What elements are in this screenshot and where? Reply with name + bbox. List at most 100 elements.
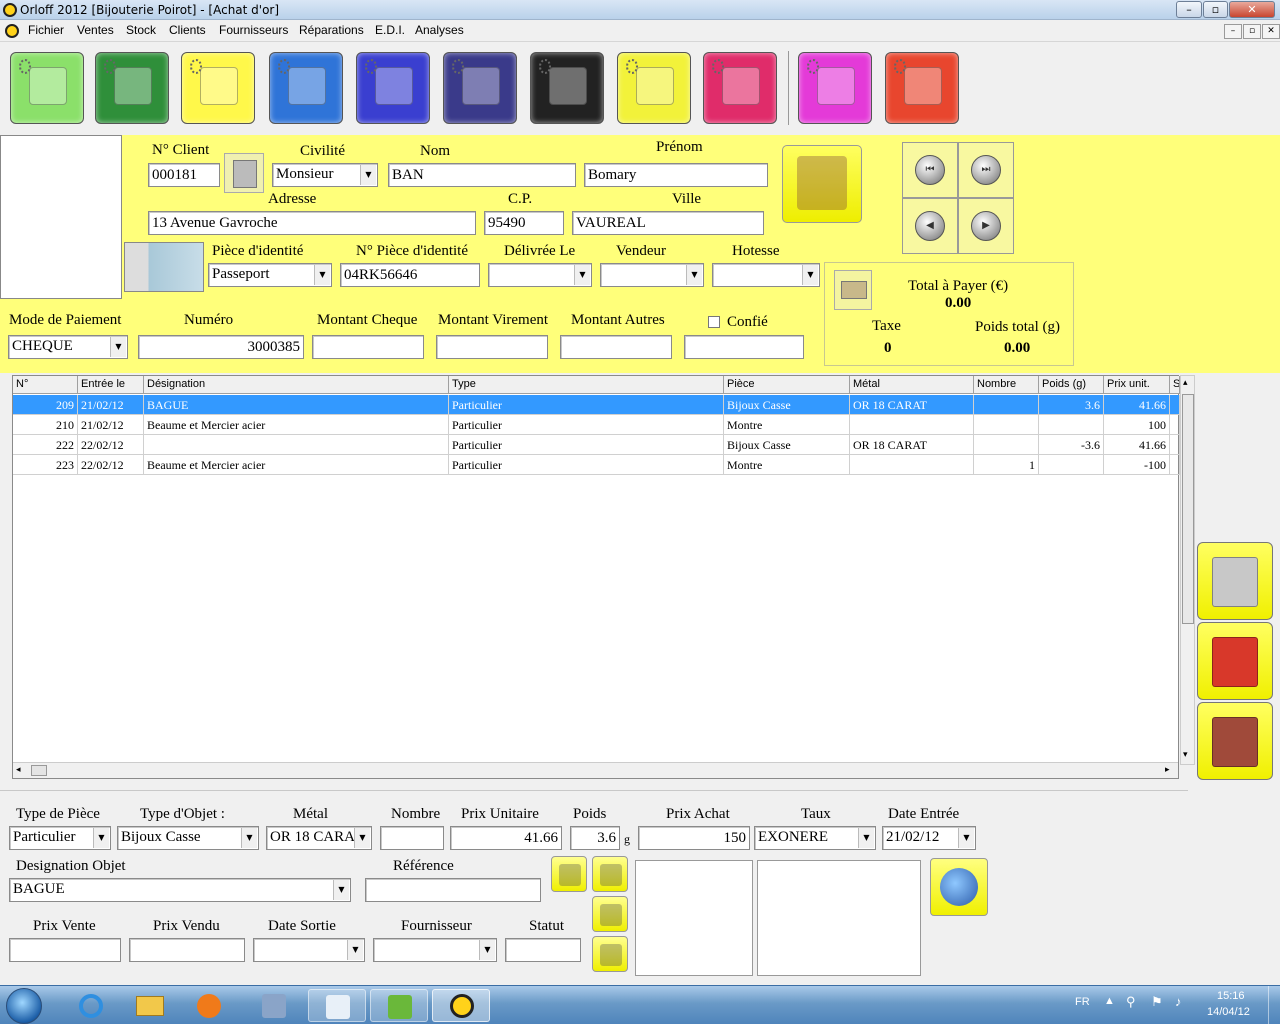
npiece-field[interactable] <box>340 263 480 287</box>
column-header[interactable]: Poids (g) <box>1039 376 1104 394</box>
column-header[interactable]: Nombre <box>974 376 1039 394</box>
menu-reparations[interactable]: Réparations <box>299 23 364 37</box>
prix-achat-field[interactable] <box>638 826 750 850</box>
table-cell[interactable]: Particulier <box>449 415 724 435</box>
menu-ventes[interactable]: Ventes <box>77 23 114 37</box>
exit-button[interactable] <box>1197 622 1273 700</box>
table-cell[interactable]: OR 18 CARAT <box>850 435 974 455</box>
table-cell[interactable]: 222 <box>13 435 78 455</box>
prix-unitaire-field[interactable] <box>450 826 562 850</box>
type-objet-select[interactable]: Bijoux Casse ▼ <box>117 826 259 850</box>
menu-fichier[interactable]: Fichier <box>28 23 64 37</box>
table-cell[interactable]: Montre <box>724 415 850 435</box>
table-cell[interactable] <box>974 435 1039 455</box>
clock-date[interactable]: 14/04/12 <box>1207 1006 1250 1018</box>
table-cell[interactable]: 3.6 <box>1039 395 1104 415</box>
start-button[interactable] <box>6 988 42 1024</box>
gold-globe-button[interactable] <box>930 858 988 916</box>
column-header[interactable]: Désignation <box>144 376 449 394</box>
close-button[interactable]: ✕ <box>1229 1 1275 18</box>
toolbar-button-achat-or[interactable] <box>181 52 255 124</box>
table-cell[interactable]: 21/02/12 <box>78 395 144 415</box>
id-card-icon[interactable] <box>124 242 204 292</box>
table-cell[interactable]: Particulier <box>449 455 724 475</box>
table-cell[interactable]: -100 <box>1104 455 1170 475</box>
table-cell[interactable] <box>1170 415 1180 435</box>
taskbar-orloff-button[interactable] <box>432 989 490 1022</box>
prix-vente-field[interactable] <box>9 938 121 962</box>
menu-fournisseurs[interactable]: Fournisseurs <box>219 23 288 37</box>
delivree-select[interactable]: ▼ <box>488 263 592 287</box>
toolbar-button-diamant[interactable] <box>269 52 343 124</box>
calculator-button[interactable] <box>1197 702 1273 780</box>
table-cell[interactable] <box>1039 415 1104 435</box>
fournisseur-select[interactable]: ▼ <box>373 938 497 962</box>
table-cell[interactable]: Particulier <box>449 435 724 455</box>
mdi-close-button[interactable]: ✕ <box>1262 24 1280 39</box>
column-header[interactable]: S <box>1170 376 1180 394</box>
metal-select[interactable]: OR 18 CARA ▼ <box>266 826 372 850</box>
confie-checkbox[interactable] <box>708 316 720 328</box>
volume-icon[interactable]: ♪ <box>1175 994 1182 1009</box>
table-cell[interactable]: 22/02/12 <box>78 455 144 475</box>
menu-clients[interactable]: Clients <box>169 23 206 37</box>
table-cell[interactable]: 209 <box>13 395 78 415</box>
table-cell[interactable]: BAGUE <box>144 395 449 415</box>
previous-record-button[interactable]: ◀ <box>902 198 958 254</box>
table-cell[interactable] <box>1170 395 1180 415</box>
next-record-button[interactable]: ▶ <box>958 198 1014 254</box>
mdi-restore-button[interactable]: ▫ <box>1243 24 1261 39</box>
toolbar-button-reparations[interactable] <box>530 52 604 124</box>
horizontal-scrollbar[interactable]: ◂ ▸ <box>13 762 1178 778</box>
column-header[interactable]: Entrée le <box>78 376 144 394</box>
print-button[interactable] <box>1197 542 1273 620</box>
photocopy-button[interactable] <box>592 896 628 932</box>
reference-field[interactable] <box>365 878 541 902</box>
date-entree-select[interactable]: 21/02/12 ▼ <box>882 826 976 850</box>
menu-analyses[interactable]: Analyses <box>415 23 464 37</box>
tray-expand-icon[interactable]: ▲ <box>1104 995 1115 1007</box>
table-cell[interactable] <box>144 435 449 455</box>
toolbar-button-coffre[interactable] <box>443 52 517 124</box>
last-record-button[interactable]: ⏭ <box>958 142 1014 198</box>
toolbar-button-fournisseurs[interactable] <box>703 52 777 124</box>
montant-cheque-field[interactable] <box>312 335 424 359</box>
taux-select[interactable]: EXONERE ▼ <box>754 826 876 850</box>
minimize-button[interactable]: – <box>1176 1 1202 18</box>
column-header[interactable]: Type <box>449 376 724 394</box>
clock-time[interactable]: 15:16 <box>1217 990 1245 1002</box>
column-header[interactable]: Pièce <box>724 376 850 394</box>
table-cell[interactable]: 210 <box>13 415 78 435</box>
type-piece-select[interactable]: Particulier ▼ <box>9 826 111 850</box>
language-indicator[interactable]: FR <box>1075 996 1090 1008</box>
prix-vendu-field[interactable] <box>129 938 245 962</box>
column-header[interactable]: Prix unit. <box>1104 376 1170 394</box>
toolbar-button-analyses[interactable] <box>798 52 872 124</box>
montant-virement-field[interactable] <box>436 335 548 359</box>
confie-field[interactable] <box>684 335 804 359</box>
table-cell[interactable] <box>1039 455 1104 475</box>
table-cell[interactable] <box>1170 455 1180 475</box>
first-record-button[interactable]: ⏮ <box>902 142 958 198</box>
barcode-scan-button[interactable] <box>224 153 264 193</box>
table-cell[interactable]: 41.66 <box>1104 435 1170 455</box>
scroll-thumb[interactable] <box>31 765 47 776</box>
webcam-button[interactable] <box>551 856 587 892</box>
column-header[interactable]: Métal <box>850 376 974 394</box>
prenom-field[interactable] <box>584 163 768 187</box>
table-cell[interactable]: 41.66 <box>1104 395 1170 415</box>
toolbar-button-stock[interactable] <box>95 52 169 124</box>
mdi-minimize-button[interactable]: – <box>1224 24 1242 39</box>
show-desktop-button[interactable] <box>1268 986 1280 1024</box>
table-cell[interactable]: Bijoux Casse <box>724 395 850 415</box>
table-cell[interactable]: 100 <box>1104 415 1170 435</box>
table-cell[interactable]: 22/02/12 <box>78 435 144 455</box>
taskbar-ie-button[interactable] <box>62 989 120 1022</box>
table-cell[interactable]: 1 <box>974 455 1039 475</box>
client-search-button[interactable] <box>782 145 862 223</box>
column-header[interactable]: N° <box>13 376 78 394</box>
items-grid[interactable]: N° Entrée le Désignation Type Pièce Méta… <box>12 375 1180 779</box>
toolbar-button-clients[interactable] <box>617 52 691 124</box>
taskbar-tool-button[interactable] <box>245 989 303 1022</box>
mode-paiement-select[interactable]: CHEQUE ▼ <box>8 335 128 359</box>
